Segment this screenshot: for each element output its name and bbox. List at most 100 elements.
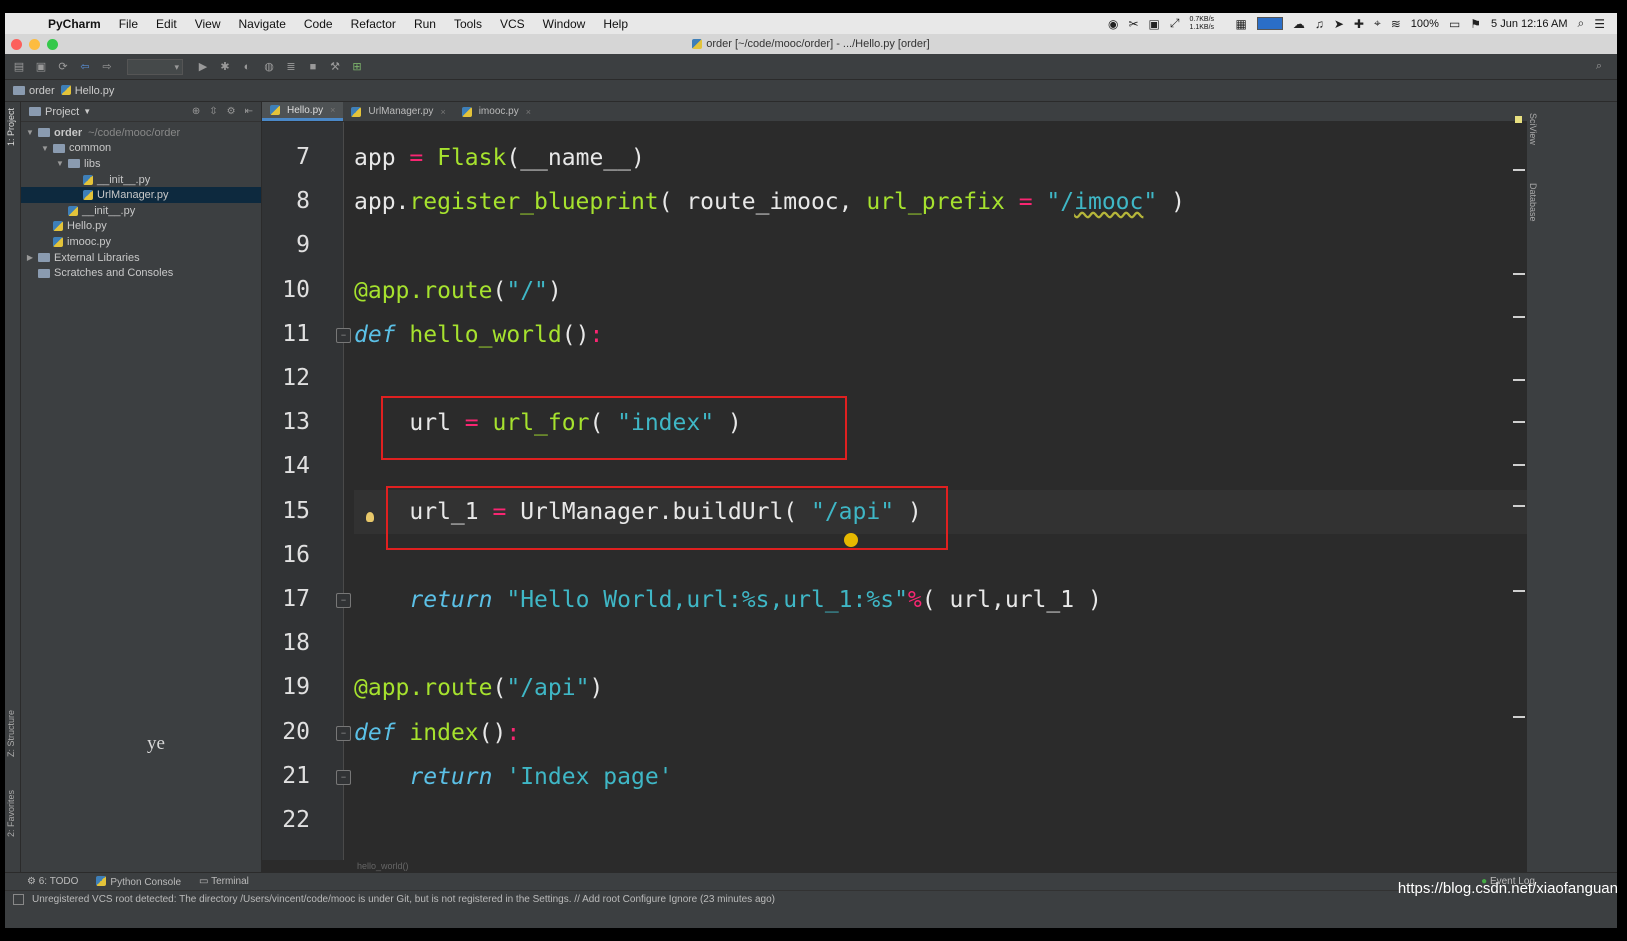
code-line[interactable]: def hello_world(): <box>354 319 603 351</box>
menu-tools[interactable]: Tools <box>445 17 491 31</box>
hide-icon[interactable]: ⇤ <box>245 106 253 117</box>
back-arrow-icon[interactable]: ⇦ <box>77 60 93 73</box>
zoom-window-button[interactable] <box>47 39 58 50</box>
inspection-status-icon[interactable] <box>1515 116 1522 123</box>
code-line[interactable]: app = Flask(__name__) <box>354 142 645 174</box>
code-line[interactable]: def index(): <box>354 717 520 749</box>
close-tab-icon[interactable]: × <box>330 105 335 115</box>
headphones-icon[interactable]: ♫ <box>1315 17 1324 31</box>
battery-icon[interactable]: ▭ <box>1449 17 1460 31</box>
code-editor[interactable]: 7 8 9 10 11 12 13 14 15 16 17 18 19 20 21 22 app = Flas… <box>262 122 1527 860</box>
wifi-icon[interactable]: ≋ <box>1391 17 1401 31</box>
collapse-icon[interactable]: ⇳ <box>209 106 217 117</box>
chevron-down-icon[interactable]: ▼ <box>40 144 50 153</box>
menu-vcs[interactable]: VCS <box>491 17 534 31</box>
forward-arrow-icon[interactable]: ⇨ <box>99 60 115 73</box>
tree-item[interactable]: UrlManager.py <box>21 187 261 203</box>
profile-icon[interactable]: ◍ <box>261 60 277 73</box>
sync-icon[interactable]: ⟳ <box>55 60 71 73</box>
menu-code[interactable]: Code <box>295 17 342 31</box>
save-icon[interactable]: ▣ <box>33 60 49 73</box>
cloud-icon[interactable]: ☁ <box>1293 17 1305 31</box>
tree-item[interactable]: Hello.py <box>21 219 261 235</box>
locate-icon[interactable]: ⊕ <box>192 106 200 117</box>
editor-tab[interactable]: imooc.py × <box>454 102 539 121</box>
scroll-marker[interactable] <box>1513 316 1525 318</box>
structure-tool-tab[interactable]: Z: Structure <box>6 710 20 757</box>
flag-icon[interactable]: ⚑ <box>1470 17 1481 31</box>
scroll-marker[interactable] <box>1513 464 1525 466</box>
tree-item[interactable]: imooc.py <box>21 234 261 250</box>
resize-icon[interactable]: ⤢ <box>1170 16 1180 31</box>
tree-item[interactable]: ▼ common <box>21 141 261 157</box>
todo-tool-tab[interactable]: ⚙ 6: TODO <box>27 876 78 887</box>
database-tool-tab[interactable]: Database <box>1528 183 1538 222</box>
plus-icon[interactable]: ✚ <box>1354 17 1364 31</box>
menu-window[interactable]: Window <box>534 17 595 31</box>
fold-marker-icon[interactable]: − <box>336 327 351 343</box>
menu-navigate[interactable]: Navigate <box>230 17 295 31</box>
minimize-window-button[interactable] <box>29 39 40 50</box>
editor-tab[interactable]: UrlManager.py × <box>343 102 453 121</box>
fold-marker-icon[interactable]: − <box>336 769 351 785</box>
menu-edit[interactable]: Edit <box>147 17 186 31</box>
tree-item[interactable]: ▼ order ~/code/mooc/order <box>21 125 261 141</box>
intention-bulb-icon[interactable] <box>366 512 374 522</box>
scroll-marker[interactable] <box>1513 505 1525 507</box>
menu-file[interactable]: File <box>110 17 147 31</box>
fold-marker-icon[interactable]: − <box>336 725 351 741</box>
nav-file[interactable]: Hello.py <box>60 84 114 97</box>
close-tab-icon[interactable]: × <box>526 107 531 117</box>
menu-view[interactable]: View <box>186 17 230 31</box>
code-line[interactable]: @app.route("/api") <box>354 672 603 704</box>
tree-item[interactable]: __init__.py <box>21 203 261 219</box>
menu-run[interactable]: Run <box>405 17 445 31</box>
tree-item[interactable]: ▼ libs <box>21 156 261 172</box>
menu-refactor[interactable]: Refactor <box>342 17 405 31</box>
run-configuration-select[interactable]: ▾ <box>127 58 183 75</box>
run-icon[interactable]: ▶ <box>195 60 211 73</box>
app-icon[interactable]: ▣ <box>1149 17 1160 31</box>
scroll-marker[interactable] <box>1513 273 1525 275</box>
coverage-icon[interactable]: ◐ <box>239 61 255 73</box>
satellite-icon[interactable]: ⌖ <box>1374 16 1381 31</box>
code-breadcrumb[interactable]: hello_world() <box>262 860 1527 872</box>
line-number-gutter[interactable]: 7 8 9 10 11 12 13 14 15 16 17 18 19 20 21 22 <box>262 122 344 860</box>
search-everywhere-icon[interactable]: ⌕ <box>1591 60 1607 73</box>
scroll-marker[interactable] <box>1513 421 1525 423</box>
python-console-tool-tab[interactable]: Python Console <box>96 875 181 888</box>
terminal-tool-tab[interactable]: ▭ Terminal <box>199 876 249 887</box>
scroll-marker[interactable] <box>1513 590 1525 592</box>
code-line[interactable]: app.register_blueprint( route_imooc, url… <box>354 186 1185 218</box>
chevron-down-icon[interactable]: ▼ <box>25 128 35 137</box>
code-line[interactable]: return 'Index page' <box>354 761 672 793</box>
settings-wrench-icon[interactable]: ⚒ <box>327 60 343 73</box>
tree-item[interactable]: Scratches and Consoles <box>21 265 261 281</box>
structure-icon[interactable]: ⊞ <box>349 60 365 73</box>
project-tool-tab[interactable]: 1: Project <box>6 108 20 146</box>
concurrency-icon[interactable]: ≣ <box>283 60 299 73</box>
chevron-down-icon[interactable]: ▼ <box>83 107 91 116</box>
chevron-right-icon[interactable]: ▶ <box>25 253 35 262</box>
favorites-tool-tab[interactable]: 2: Favorites <box>6 790 20 837</box>
sciview-tool-tab[interactable]: SciView <box>1528 113 1538 145</box>
scroll-marker[interactable] <box>1513 379 1525 381</box>
menu-help[interactable]: Help <box>594 17 637 31</box>
status-toggle-icon[interactable] <box>13 894 24 905</box>
record-icon[interactable]: ◉ <box>1108 17 1118 31</box>
nav-project[interactable]: order <box>13 85 55 97</box>
send-icon[interactable]: ➤ <box>1334 17 1344 31</box>
debug-icon[interactable]: ✱ <box>217 60 233 73</box>
notification-list-icon[interactable]: ☰ <box>1594 17 1605 31</box>
code-line[interactable]: return "Hello World,url:%s,url_1:%s"%( u… <box>354 584 1101 616</box>
spotlight-search-icon[interactable]: ⌕ <box>1578 16 1585 31</box>
tree-item[interactable]: __init__.py <box>21 172 261 188</box>
close-window-button[interactable] <box>11 39 22 50</box>
grid-icon[interactable]: ▦ <box>1236 17 1247 31</box>
project-panel-title[interactable]: Project <box>45 106 79 118</box>
scroll-marker[interactable] <box>1513 716 1525 718</box>
fold-marker-icon[interactable]: − <box>336 593 351 608</box>
code-line[interactable]: @app.route("/") <box>354 275 562 307</box>
activity-meter-icon[interactable] <box>1256 17 1283 30</box>
menubar-clock[interactable]: 5 Jun 12:16 AM <box>1491 18 1567 30</box>
